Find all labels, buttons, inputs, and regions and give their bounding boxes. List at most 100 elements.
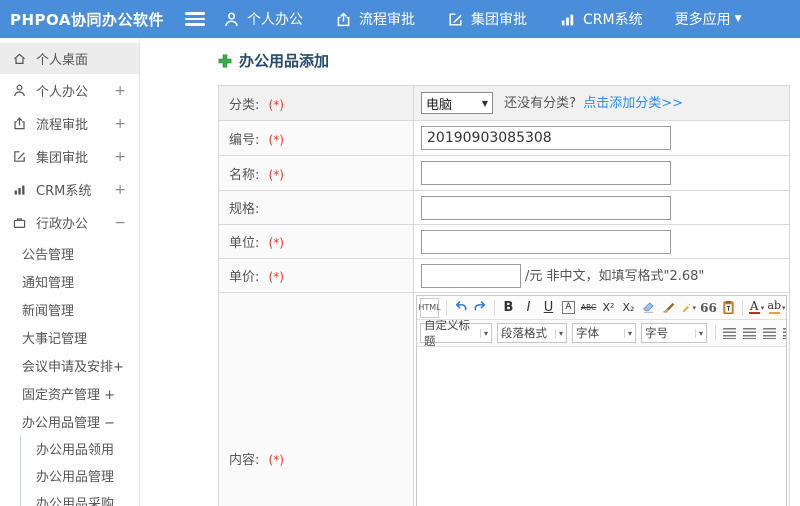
form-row-code: 编号: (*) — [218, 120, 790, 156]
required-marker: (*) — [268, 167, 284, 182]
topnav-label: 集团审批 — [471, 12, 527, 28]
sidebar-item-supplies-purchase[interactable]: 办公用品采购 — [21, 489, 139, 506]
form-row-name: 名称: (*) — [218, 155, 790, 191]
select-value: 段落格式 — [501, 326, 547, 340]
redo-button[interactable] — [471, 298, 490, 318]
field-label: 名称: — [229, 167, 260, 183]
share-icon — [335, 11, 352, 28]
caret-down-icon: ▾ — [623, 328, 632, 338]
caret-down-icon: ▾ — [782, 303, 786, 312]
source-code-button[interactable]: HTML — [418, 297, 441, 318]
align-right-button[interactable] — [760, 323, 779, 343]
custom-heading-select[interactable]: 自定义标题 ▾ — [420, 320, 492, 346]
paste-button[interactable] — [719, 298, 738, 318]
code-label-cell: 编号: (*) — [218, 120, 414, 156]
name-label-cell: 名称: (*) — [218, 155, 414, 191]
format-painter-brush-button[interactable] — [659, 298, 678, 318]
strikethrough-button[interactable]: ABC — [579, 298, 598, 318]
align-left-button[interactable] — [720, 323, 739, 343]
expand-toggle[interactable]: + — [114, 182, 131, 198]
collapse-toggle[interactable]: − — [114, 215, 131, 231]
sidebar: 个人桌面 个人办公 + 流程审批 + 集团审批 + CRM系统 + 行政办公 −… — [0, 38, 140, 506]
topnav-group-approval[interactable]: 集团审批 — [447, 9, 527, 29]
sidebar-item-office-supplies-mgmt[interactable]: 办公用品管理 − — [0, 407, 139, 435]
sidebar-item-personal-office[interactable]: 个人办公 + — [0, 74, 139, 107]
sidebar-item-label: CRM系统 — [36, 184, 92, 199]
field-label: 规格: — [229, 202, 260, 217]
sidebar-item-supplies-claim[interactable]: 办公用品领用 — [21, 435, 139, 462]
home-icon — [12, 51, 28, 67]
autotypeset-wand-button[interactable]: ▾ — [679, 298, 698, 318]
caret-down-icon: ▾ — [692, 303, 696, 312]
bold-button[interactable]: B — [499, 298, 518, 318]
select-value: 字体 — [576, 326, 599, 340]
italic-button[interactable]: I — [519, 298, 538, 318]
top-navigation: 个人办公 流程审批 集团审批 CRM系统 更多应用 ▼ — [223, 9, 774, 29]
required-marker: (*) — [268, 270, 284, 284]
sidebar-item-admin-office[interactable]: 行政办公 − — [0, 206, 139, 239]
field-label: 单位: — [229, 236, 260, 251]
font-size-select[interactable]: 字号 ▾ — [641, 323, 707, 343]
topnav-label: CRM系统 — [583, 12, 643, 28]
sidebar-item-meeting-mgmt[interactable]: 会议申请及安排+ — [0, 351, 139, 379]
add-plus-icon — [218, 54, 232, 68]
user-icon — [12, 83, 28, 99]
underline-button[interactable]: U — [539, 298, 558, 318]
highlight-color-button[interactable]: ab ▾ — [767, 298, 786, 318]
add-category-link[interactable]: 点击添加分类>> — [583, 96, 683, 111]
sidebar-item-fixed-assets-mgmt[interactable]: 固定资产管理 + — [0, 379, 139, 407]
sidebar-item-memorabilia-mgmt[interactable]: 大事记管理 — [0, 323, 139, 351]
sidebar-item-group-approval[interactable]: 集团审批 + — [0, 140, 139, 173]
editor-toolbar-row2: 自定义标题 ▾ 段落格式 ▾ 字体 ▾ 字号 ▾ — [417, 320, 786, 347]
sidebar-item-label: 个人办公 — [36, 85, 89, 100]
font-border-button[interactable]: A — [559, 298, 578, 318]
main-content: 办公用品添加 分类: (*) 电脑 ▼ 还没有分类? 点击添加分类>> 编号: … — [140, 38, 800, 506]
font-family-select[interactable]: 字体 ▾ — [572, 323, 636, 343]
editor-content-area[interactable] — [417, 347, 786, 506]
subscript-button[interactable]: X₂ — [619, 298, 638, 318]
menu-toggle-icon[interactable] — [185, 12, 205, 26]
expand-toggle[interactable]: + — [114, 116, 131, 132]
expand-toggle[interactable]: + — [114, 83, 131, 99]
topnav-crm[interactable]: CRM系统 — [559, 9, 643, 29]
paragraph-format-select[interactable]: 段落格式 ▾ — [497, 323, 567, 343]
unit-value-cell — [413, 224, 790, 259]
sub-item-label: 通知管理 — [22, 275, 75, 291]
toolbar-divider — [715, 325, 716, 341]
category-select[interactable]: 电脑 ▼ — [421, 92, 493, 115]
caret-down-icon: ▾ — [694, 328, 703, 338]
sidebar-item-label: 行政办公 — [36, 217, 89, 232]
align-center-button[interactable] — [740, 323, 759, 343]
format-clear-eraser-button[interactable] — [639, 298, 658, 318]
unit-input[interactable] — [421, 229, 671, 254]
sidebar-item-news-mgmt[interactable]: 新闻管理 — [0, 295, 139, 323]
field-label: 内容: — [229, 453, 260, 468]
name-input[interactable] — [421, 161, 671, 185]
share-icon — [12, 116, 28, 132]
superscript-button[interactable]: X² — [599, 298, 618, 318]
sidebar-item-supplies-manage[interactable]: 办公用品管理 — [21, 462, 139, 489]
price-input[interactable] — [421, 263, 521, 288]
undo-button[interactable] — [451, 298, 470, 318]
topbar: PHPOA协同办公软件 个人办公 流程审批 集团审批 CRM系统 更多应用 ▼ — [0, 0, 800, 38]
font-color-button[interactable]: A ▾ — [747, 298, 766, 318]
caret-down-icon: ▼ — [481, 98, 488, 108]
code-input[interactable] — [421, 126, 671, 150]
sidebar-item-label: 集团审批 — [36, 151, 89, 166]
topnav-more-apps[interactable]: 更多应用 ▼ — [675, 9, 742, 29]
page-title: 办公用品添加 — [239, 52, 330, 70]
sidebar-item-notice-mgmt[interactable]: 通知管理 — [0, 267, 139, 295]
align-justify-button[interactable] — [780, 323, 786, 343]
price-format-hint: /元 非中文，如填写格式"2.68" — [525, 268, 705, 284]
caret-down-icon: ▾ — [760, 303, 765, 312]
blockquote-button[interactable]: 66 — [699, 298, 718, 318]
sidebar-item-label: 流程审批 — [36, 118, 89, 133]
topnav-workflow-approval[interactable]: 流程审批 — [335, 9, 415, 29]
sidebar-item-workflow-approval[interactable]: 流程审批 + — [0, 107, 139, 140]
spec-input[interactable] — [421, 195, 671, 220]
sidebar-item-announcement-mgmt[interactable]: 公告管理 — [0, 239, 139, 267]
expand-toggle[interactable]: + — [114, 149, 131, 165]
sidebar-item-personal-desktop[interactable]: 个人桌面 — [0, 43, 139, 74]
topnav-personal-office[interactable]: 个人办公 — [223, 9, 303, 29]
sidebar-item-crm[interactable]: CRM系统 + — [0, 173, 139, 206]
